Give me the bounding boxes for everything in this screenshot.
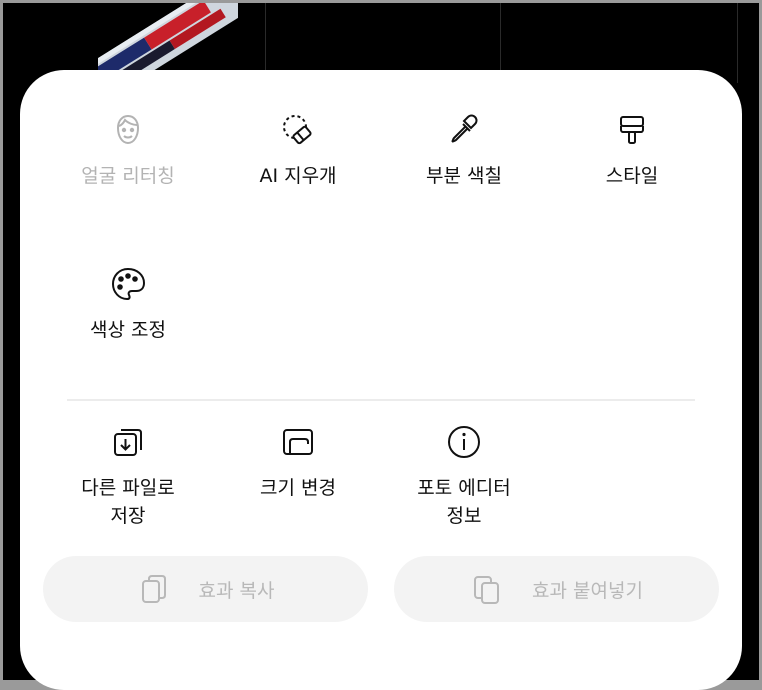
save-as-button[interactable]: 다른 파일로 저장 [43,424,213,530]
resize-label: 크기 변경 [260,477,336,499]
ai-eraser-label: AI 지우개 [259,165,337,187]
paint-roller-icon [620,116,644,144]
paste-effect-label: 효과 붙여넣기 [532,579,643,602]
section-divider [67,399,695,401]
paste-effect-button[interactable]: 효과 붙여넣기 [394,556,719,622]
save-as-icon [114,429,142,456]
more-options-sheet: 얼굴 리터칭 AI 지우개 부분 색칠 스타일 색상 조정 다른 파일로 저장 … [20,70,742,690]
grid-line [737,3,738,83]
partial-color-label: 부분 색칠 [426,165,502,187]
style-label: 스타일 [605,165,659,187]
copy-effect-label: 효과 복사 [198,579,275,602]
copy-icon [141,575,166,603]
ai-eraser-icon [283,115,312,145]
color-adjust-button[interactable]: 색상 조정 [43,266,213,344]
info-icon [448,426,480,458]
face-icon [116,114,140,145]
eyedropper-icon [451,114,478,143]
resize-button[interactable]: 크기 변경 [213,424,383,502]
copy-effect-button[interactable]: 효과 복사 [43,556,368,622]
save-as-label: 다른 파일로 저장 [81,477,175,527]
face-retouch-label: 얼굴 리터칭 [81,165,175,187]
editor-info-button[interactable]: 포토 에디터 정보 [379,424,549,530]
style-button[interactable]: 스타일 [547,112,717,190]
face-retouch-button[interactable]: 얼굴 리터칭 [43,112,213,190]
editor-info-label: 포토 에디터 정보 [417,477,511,527]
ai-eraser-button[interactable]: AI 지우개 [213,112,383,190]
palette-icon [111,267,146,301]
paste-icon [474,576,500,604]
color-adjust-label: 색상 조정 [90,319,166,341]
resize-icon [283,429,313,455]
partial-color-button[interactable]: 부분 색칠 [379,112,549,190]
